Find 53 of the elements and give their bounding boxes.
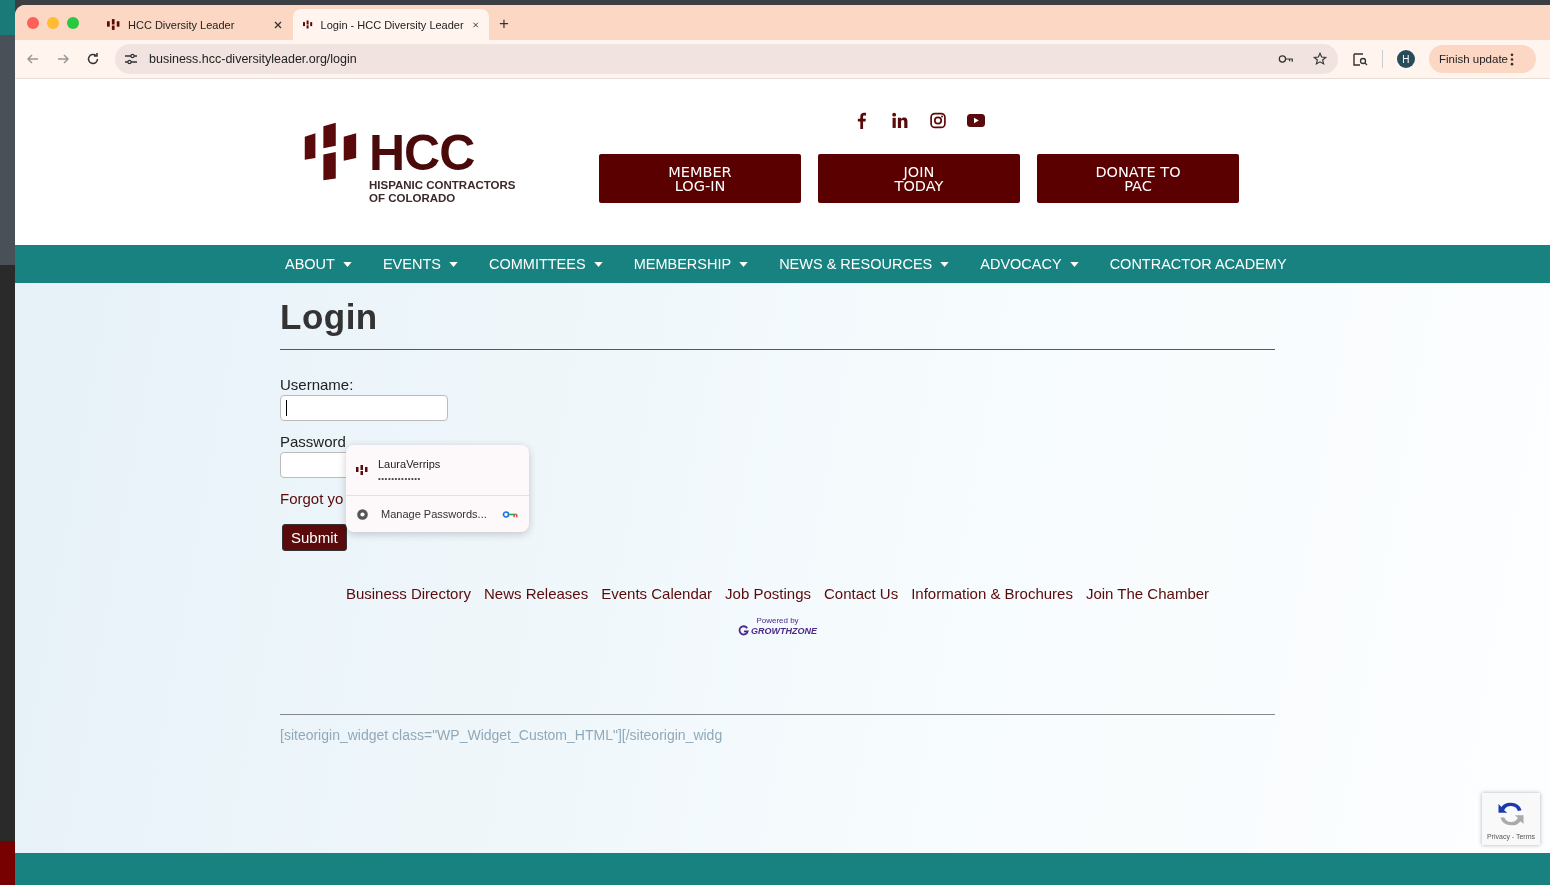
footer-link[interactable]: Contact Us [824, 585, 899, 602]
saved-password-mask: ••••••••••••• [378, 473, 422, 483]
page-title: Login [280, 297, 379, 337]
site-logo-icon [356, 464, 368, 476]
logo-subtitle: HISPANIC CONTRACTORS OF COLORADO [369, 179, 517, 205]
nav-menu-item[interactable]: NEWS & RESOURCES [779, 256, 950, 272]
browser-logo-icon [356, 507, 369, 521]
reload-icon[interactable] [85, 51, 101, 67]
footer-link[interactable]: Job Postings [725, 585, 811, 602]
finish-update-button[interactable]: Finish update [1428, 45, 1536, 73]
field-label: Username: [280, 376, 355, 393]
growthzone-wordmark: GROWTHZONE [751, 625, 817, 636]
logo-icon [303, 18, 313, 31]
header-button[interactable]: JOIN TODAY [818, 154, 1020, 203]
nav-menu-item[interactable]: EVENTS [382, 256, 458, 272]
bookmark-star-icon[interactable] [1311, 52, 1328, 66]
header-button[interactable]: MEMBER LOG-IN [599, 154, 801, 203]
powered-by-label: Powered by [756, 616, 799, 625]
linkedin-icon[interactable] [891, 111, 909, 129]
nav-menu-item[interactable]: CONTRACTOR ACADEMY [1109, 256, 1287, 272]
key-icon [502, 509, 519, 519]
menu-icon[interactable] [1510, 52, 1514, 66]
nav-menu-item[interactable]: COMMITTEES [488, 256, 603, 272]
nav-menu-item[interactable]: MEMBERSHIP [633, 256, 749, 272]
field-label: Password [280, 433, 347, 450]
youtube-icon[interactable] [967, 111, 985, 129]
footer-link[interactable]: Business Directory [345, 585, 471, 602]
browser-tab[interactable]: Login - HCC Diversity Leader [293, 9, 489, 40]
saved-username: LauraVerrips [378, 457, 441, 470]
submit-button[interactable]: Submit [282, 524, 347, 551]
reading-mode-icon[interactable] [1351, 51, 1368, 67]
profile-avatar[interactable]: H [1396, 50, 1415, 68]
nav-menu-item[interactable]: ABOUT [285, 256, 352, 272]
saved-account-item[interactable]: LauraVerrips ••••••••••••• [346, 445, 529, 496]
site-settings-icon[interactable] [123, 51, 139, 67]
footer-link[interactable]: Information & Brochures [911, 585, 1073, 602]
growthzone-logo-icon [738, 625, 749, 636]
logo-wordmark: HCC [369, 131, 476, 175]
username-field[interactable] [280, 395, 448, 421]
header-button[interactable]: DONATE TO PAC [1037, 154, 1239, 203]
key-icon[interactable] [1277, 52, 1294, 66]
close-tab-icon[interactable] [471, 19, 479, 30]
nav-menu-item[interactable]: ADVOCACY [980, 256, 1079, 272]
close-tab-icon[interactable] [273, 19, 283, 30]
new-tab-button[interactable]: + [499, 14, 509, 34]
browser-tab[interactable]: HCC Diversity Leader [97, 9, 293, 40]
logo-icon [107, 18, 120, 31]
shortcode-text: [siteorigin_widget class="WP_Widget_Custom_HTML"][/siteorigin_widg [280, 727, 724, 743]
footer-link[interactable]: Events Calendar [601, 585, 713, 602]
instagram-icon[interactable] [929, 111, 947, 129]
footer-link[interactable]: News Releases [483, 585, 589, 602]
footer-link[interactable]: Join The Chamber [1085, 585, 1210, 602]
address-bar[interactable]: business.hcc-diversityleader.org/login [115, 44, 1338, 74]
